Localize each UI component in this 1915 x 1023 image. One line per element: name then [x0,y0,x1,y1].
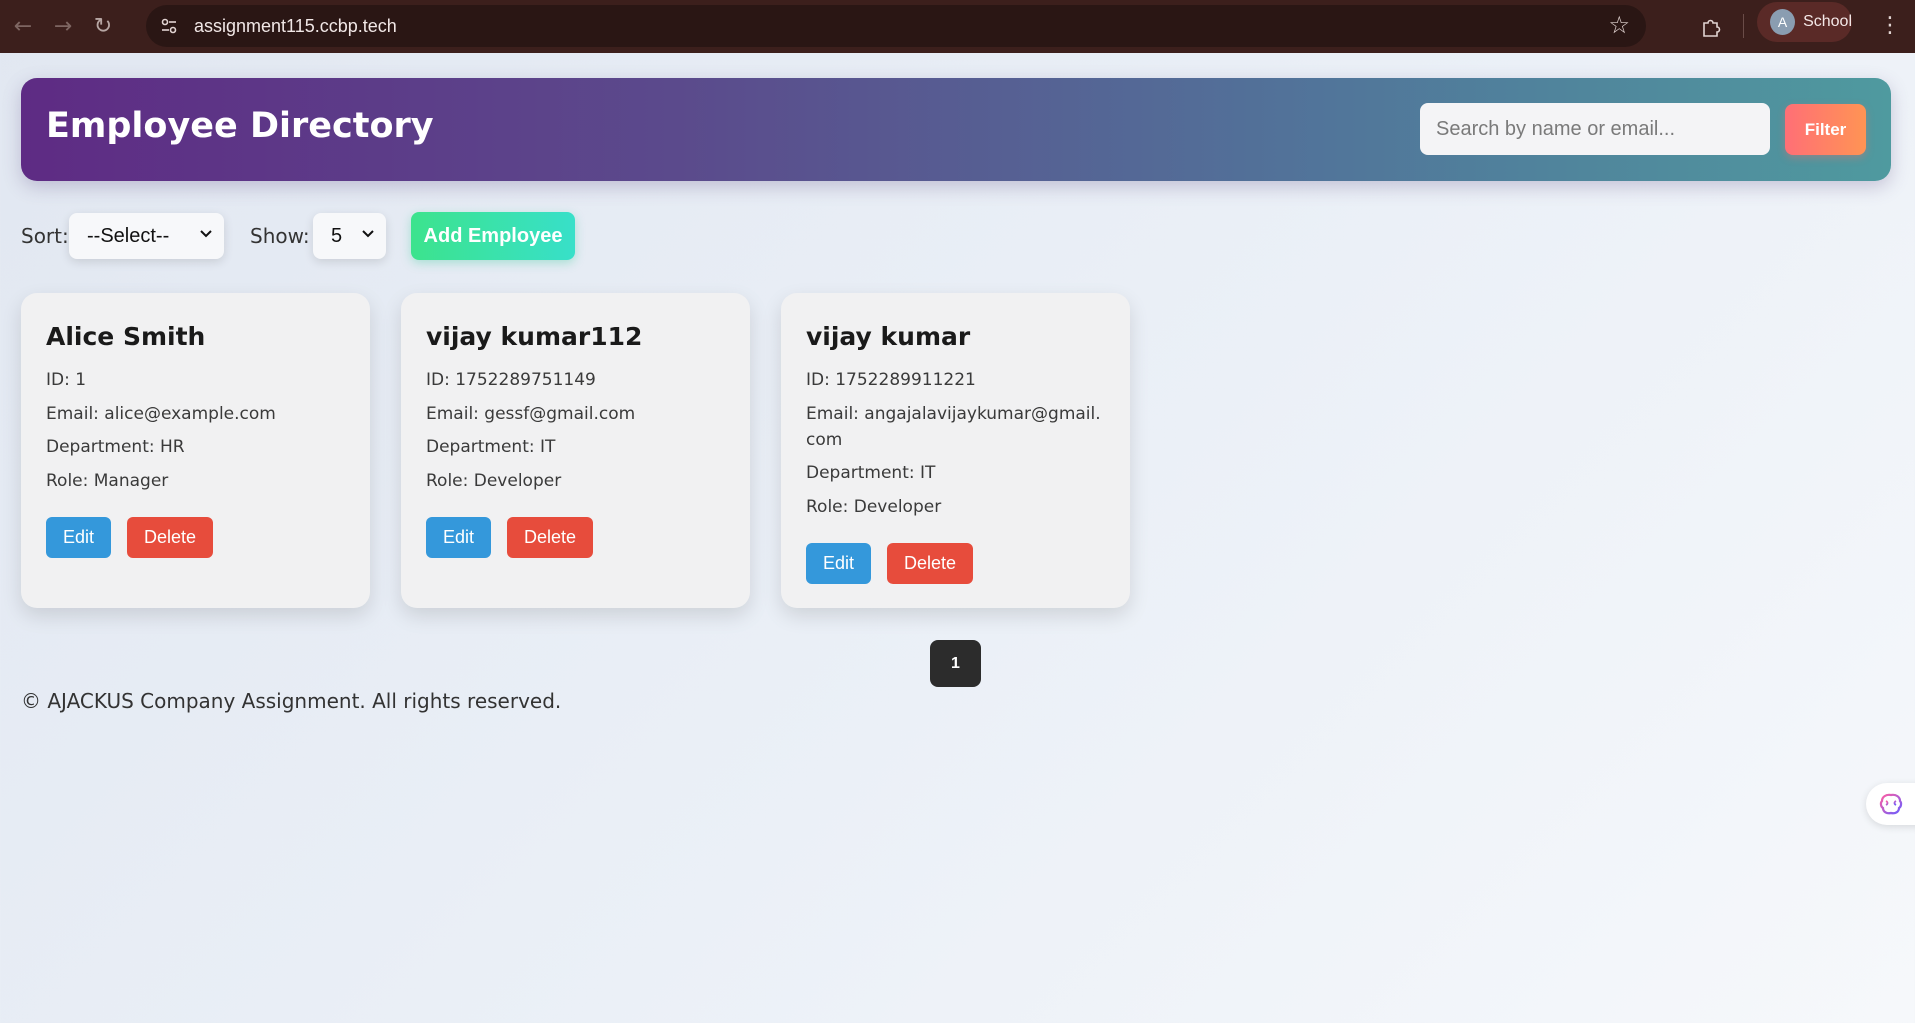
employee-id: ID: 1752289911221 [806,370,976,390]
edit-button[interactable]: Edit [46,517,111,558]
employee-email: Email: gessf@gmail.com [426,404,636,424]
page-size-value: 5 [331,224,343,247]
page-title: Employee Directory [46,106,434,146]
url-text[interactable]: assignment115.ccbp.tech [194,16,397,37]
employee-id: ID: 1752289751149 [426,370,596,390]
delete-button[interactable]: Delete [127,517,213,558]
show-label: Show: [250,224,310,248]
employee-email: Email: angajalavijaykumar@gmail.com [806,404,1101,450]
bookmark-star-icon[interactable]: ☆ [1608,11,1630,39]
page-size-select[interactable]: 5 [313,213,386,259]
add-employee-button[interactable]: Add Employee [411,212,575,260]
back-icon[interactable]: ← [6,10,40,44]
list-controls: Sort: --Select-- Show: 5 Add Employee [21,210,721,262]
delete-button[interactable]: Delete [887,543,973,584]
employee-card: vijay kumar112 ID: 1752289751149 Email: … [401,293,750,608]
sort-select-value: --Select-- [87,224,170,247]
filter-button[interactable]: Filter [1785,104,1866,155]
edit-button[interactable]: Edit [806,543,871,584]
employee-name: vijay kumar112 [426,322,643,351]
floating-assistant-button[interactable] [1866,783,1915,825]
employee-card: Alice Smith ID: 1 Email: alice@example.c… [21,293,370,608]
employee-name: vijay kumar [806,322,971,351]
sort-select[interactable]: --Select-- [69,213,224,259]
employee-email: Email: alice@example.com [46,404,276,424]
employee-name: Alice Smith [46,322,206,351]
employee-role: Role: Developer [426,471,562,491]
sort-label: Sort: [21,224,69,248]
edit-button[interactable]: Edit [426,517,491,558]
forward-icon[interactable]: → [46,10,80,44]
footer-text: © AJACKUS Company Assignment. All rights… [21,689,562,713]
extensions-icon[interactable] [1694,10,1728,44]
address-bar[interactable]: assignment115.ccbp.tech ☆ [146,5,1646,47]
employee-department: Department: HR [46,437,185,457]
browser-toolbar: ← → ↻ assignment115.ccbp.tech ☆ A School… [0,0,1915,53]
page-button-1[interactable]: 1 [930,640,981,687]
search-input[interactable] [1420,103,1770,155]
employee-role: Role: Developer [806,497,942,517]
chevron-down-icon [362,230,374,238]
browser-menu-icon[interactable]: ⋮ [1879,10,1901,40]
employee-card: vijay kumar ID: 1752289911221 Email: ang… [781,293,1130,608]
profile-label: School [1803,13,1852,30]
brain-icon [1879,793,1903,815]
avatar: A [1770,9,1796,35]
page-header: Employee Directory Filter [21,78,1891,181]
employee-department: Department: IT [806,463,936,483]
site-settings-icon[interactable] [154,11,184,41]
delete-button[interactable]: Delete [507,517,593,558]
toolbar-divider [1743,14,1744,38]
chevron-down-icon [200,230,212,238]
employee-id: ID: 1 [46,370,87,390]
profile-chip[interactable]: A School [1757,2,1852,42]
employee-role: Role: Manager [46,471,169,491]
reload-icon[interactable]: ↻ [86,10,120,44]
employee-department: Department: IT [426,437,556,457]
